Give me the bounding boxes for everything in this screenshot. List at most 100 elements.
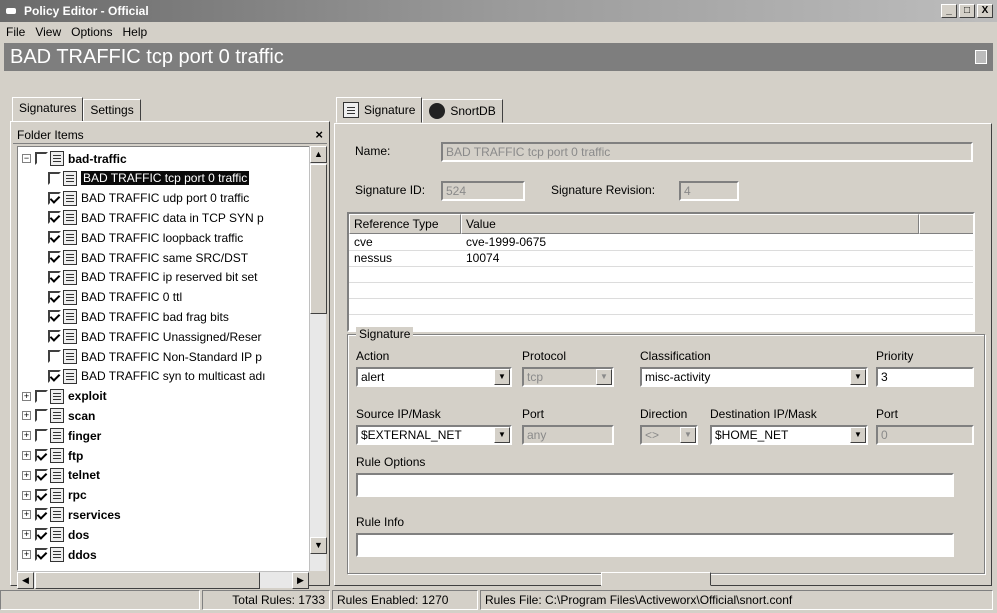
- checkbox[interactable]: [48, 231, 61, 245]
- direction-select[interactable]: <> ▼: [640, 425, 698, 445]
- scroll-right-icon[interactable]: ▶: [292, 572, 309, 589]
- reference-table[interactable]: Reference Type Value cve cve-1999-0675 n…: [347, 212, 975, 332]
- signature-id-field[interactable]: 524: [441, 181, 525, 201]
- tree-rule[interactable]: BAD TRAFFIC Unassigned/Reser: [48, 327, 262, 346]
- checkbox[interactable]: [48, 191, 61, 205]
- chevron-down-icon[interactable]: ▼: [494, 427, 510, 443]
- tree-folder[interactable]: − bad-traffic: [22, 149, 127, 168]
- h-scroll-thumb[interactable]: [35, 572, 260, 589]
- ref-value-cell[interactable]: 10074: [461, 251, 499, 266]
- ref-value-cell[interactable]: cve-1999-0675: [461, 235, 546, 250]
- tree-rule[interactable]: BAD TRAFFIC 0 ttl: [48, 288, 182, 307]
- tree-folder[interactable]: + ftp: [22, 446, 83, 465]
- tree-item-label[interactable]: rpc: [68, 488, 87, 502]
- name-field[interactable]: BAD TRAFFIC tcp port 0 traffic: [441, 142, 973, 162]
- tab-signatures[interactable]: Signatures: [12, 97, 84, 121]
- tree-folder[interactable]: + rservices: [22, 505, 121, 524]
- checkbox[interactable]: [48, 290, 61, 304]
- tree-rule[interactable]: BAD TRAFFIC loopback traffic: [48, 228, 243, 247]
- close-icon[interactable]: ×: [315, 127, 323, 142]
- tree-item-label[interactable]: BAD TRAFFIC tcp port 0 traffic: [81, 171, 250, 186]
- tab-settings[interactable]: Settings: [83, 99, 141, 121]
- scroll-down-icon[interactable]: ▼: [310, 537, 327, 554]
- close-button[interactable]: X: [977, 4, 993, 18]
- scroll-left-icon[interactable]: ◀: [17, 572, 34, 589]
- tree-item-label[interactable]: BAD TRAFFIC udp port 0 traffic: [81, 191, 249, 205]
- checkbox[interactable]: [35, 152, 48, 165]
- tab-signature[interactable]: Signature: [336, 97, 423, 123]
- scroll-up-icon[interactable]: ▲: [310, 146, 327, 163]
- checkbox[interactable]: [48, 171, 61, 185]
- checkbox[interactable]: [35, 449, 48, 462]
- checkbox[interactable]: [35, 528, 48, 542]
- partially-hidden-button[interactable]: [601, 572, 711, 586]
- tree-item-label[interactable]: scan: [68, 409, 95, 423]
- tree-rule[interactable]: BAD TRAFFIC udp port 0 traffic: [48, 189, 249, 208]
- signature-revision-field[interactable]: 4: [679, 181, 739, 201]
- expand-icon[interactable]: +: [22, 510, 31, 520]
- expand-icon[interactable]: +: [22, 470, 31, 480]
- checkbox[interactable]: [48, 251, 61, 264]
- chevron-down-icon[interactable]: ▼: [680, 427, 696, 443]
- tree-item-label[interactable]: BAD TRAFFIC loopback traffic: [81, 231, 243, 245]
- tree-item-label[interactable]: dos: [68, 528, 89, 542]
- tab-snortdb[interactable]: SnortDB: [422, 99, 503, 123]
- expand-icon[interactable]: +: [22, 451, 31, 460]
- priority-field[interactable]: 3: [876, 367, 974, 387]
- checkbox[interactable]: [48, 369, 61, 383]
- checkbox[interactable]: [48, 211, 61, 225]
- menu-file[interactable]: File: [6, 25, 25, 39]
- tree-rule[interactable]: BAD TRAFFIC ip reserved bit set: [48, 268, 258, 287]
- expand-icon[interactable]: +: [22, 490, 31, 500]
- minimize-button[interactable]: _: [941, 4, 957, 18]
- expand-icon[interactable]: +: [22, 391, 31, 401]
- expand-icon[interactable]: +: [22, 431, 31, 441]
- tree-folder[interactable]: + rpc: [22, 486, 87, 505]
- checkbox[interactable]: [35, 508, 48, 522]
- checkbox[interactable]: [35, 429, 48, 443]
- menu-options[interactable]: Options: [71, 25, 112, 39]
- tree-rule[interactable]: BAD TRAFFIC same SRC/DST: [48, 248, 248, 267]
- tree-item-label[interactable]: BAD TRAFFIC Unassigned/Reser: [81, 330, 262, 344]
- checkbox[interactable]: [48, 270, 61, 284]
- tree-vertical-scrollbar[interactable]: ▲ ▼: [309, 146, 327, 571]
- rule-options-field[interactable]: [356, 473, 954, 497]
- tree-item-label[interactable]: BAD TRAFFIC ip reserved bit set: [81, 270, 258, 284]
- maximize-button[interactable]: □: [959, 4, 975, 18]
- tree-rule[interactable]: BAD TRAFFIC tcp port 0 traffic: [48, 169, 250, 188]
- tree-folder[interactable]: + dos: [22, 525, 89, 544]
- menu-help[interactable]: Help: [123, 25, 148, 39]
- destination-port-field[interactable]: 0: [876, 425, 974, 445]
- chevron-down-icon[interactable]: ▼: [596, 369, 612, 385]
- checkbox[interactable]: [48, 350, 61, 363]
- save-icon[interactable]: [975, 50, 987, 64]
- protocol-select[interactable]: tcp ▼: [522, 367, 614, 387]
- checkbox[interactable]: [35, 409, 48, 423]
- checkbox[interactable]: [48, 310, 61, 324]
- scroll-thumb[interactable]: [310, 164, 327, 314]
- tree-rule[interactable]: BAD TRAFFIC syn to multicast adı: [48, 367, 266, 386]
- classification-select[interactable]: misc-activity ▼: [640, 367, 868, 387]
- tree-item-label[interactable]: BAD TRAFFIC bad frag bits: [81, 310, 229, 324]
- folder-tree[interactable]: − bad-traffic BAD TRAFFIC tcp port 0 traff…: [17, 146, 315, 571]
- chevron-down-icon[interactable]: ▼: [494, 369, 510, 385]
- ref-type-cell[interactable]: nessus: [349, 251, 392, 266]
- chevron-down-icon[interactable]: ▼: [850, 369, 866, 385]
- chevron-down-icon[interactable]: ▼: [850, 427, 866, 443]
- tree-item-label[interactable]: ftp: [68, 449, 83, 463]
- rule-info-field[interactable]: [356, 533, 954, 557]
- tree-item-label[interactable]: BAD TRAFFIC 0 ttl: [81, 290, 182, 304]
- collapse-icon[interactable]: −: [22, 154, 31, 163]
- tree-item-label[interactable]: telnet: [68, 468, 100, 482]
- checkbox[interactable]: [48, 330, 61, 344]
- checkbox[interactable]: [35, 389, 48, 403]
- expand-icon[interactable]: +: [22, 530, 31, 540]
- tree-item-label[interactable]: finger: [68, 429, 101, 443]
- expand-icon[interactable]: +: [22, 411, 31, 421]
- tree-item-label[interactable]: BAD TRAFFIC data in TCP SYN p: [81, 211, 264, 225]
- source-ip-select[interactable]: $EXTERNAL_NET ▼: [356, 425, 512, 445]
- tree-item-label[interactable]: ddos: [68, 548, 97, 562]
- tree-folder[interactable]: + scan: [22, 406, 95, 425]
- checkbox[interactable]: [35, 468, 48, 482]
- tree-item-label[interactable]: rservices: [68, 508, 121, 522]
